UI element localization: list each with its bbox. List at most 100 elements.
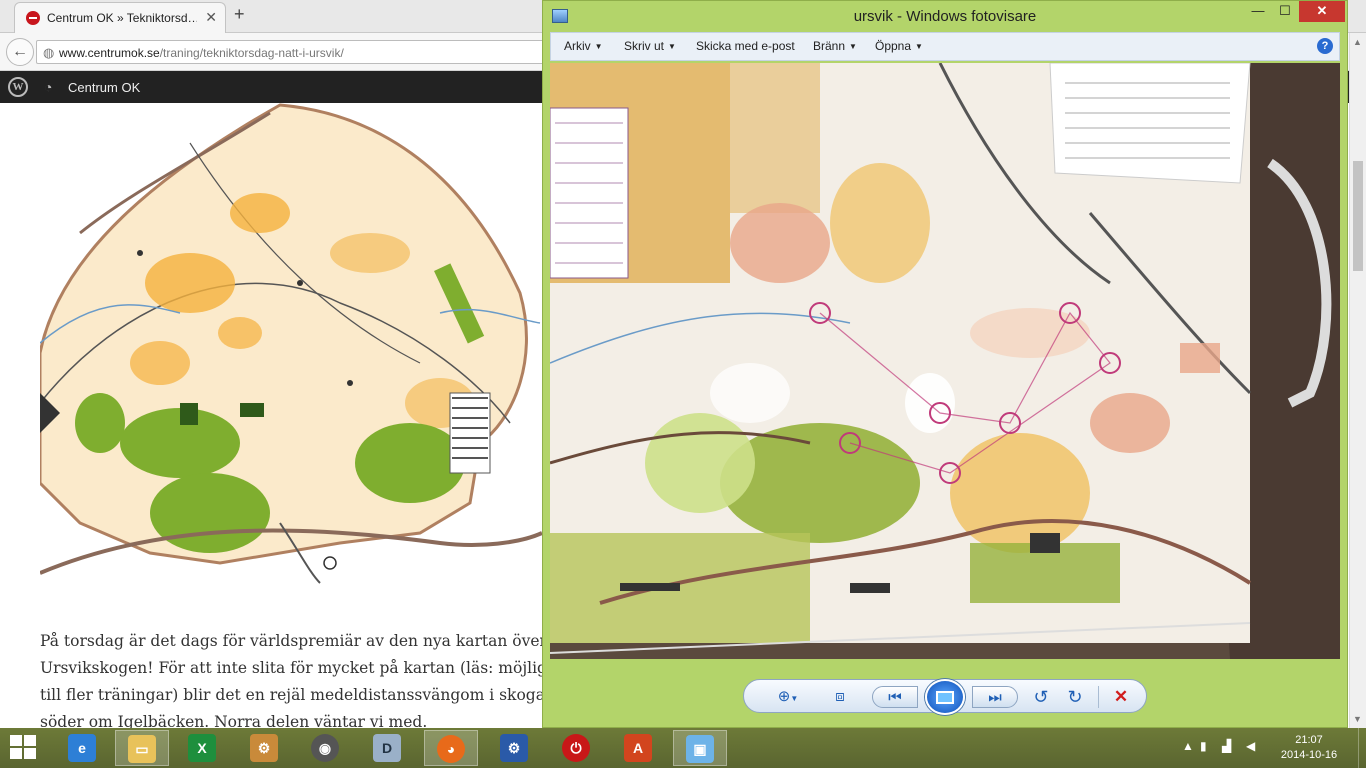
title-bar[interactable]: ursvik - Windows fotovisare — ☐ ✕ (543, 1, 1347, 32)
firefox-icon: ◕ (437, 735, 465, 763)
wordpress-logo-icon[interactable]: W (8, 77, 28, 97)
tab-close-icon[interactable]: ✕ (205, 9, 217, 26)
taskbar-internet-explorer[interactable]: e (55, 730, 109, 766)
taskbar-photo-viewer[interactable]: ▣ (673, 730, 727, 766)
command-bar: Arkiv ▼ Skriv ut ▼ Skicka med e-post Bränn… (550, 32, 1340, 61)
menu-label: Bränn (813, 39, 846, 53)
tab-title: Centrum OK » Tekniktorsd… (47, 11, 197, 25)
gear-app-icon: ⚙ (250, 734, 278, 762)
url-text: www.centrumok.se/traning/tekniktorsdag-n… (59, 46, 344, 60)
windows-logo-icon (10, 735, 22, 746)
menu-label: Skicka med e-post (696, 39, 795, 53)
folder-icon: ▭ (128, 735, 156, 763)
menu-label: Arkiv (564, 39, 591, 53)
menu-arkiv[interactable]: Arkiv ▼ (564, 39, 603, 53)
menu-label: Skriv ut (624, 39, 665, 53)
show-desktop-button[interactable] (1358, 728, 1366, 768)
magnifier-icon: ⊕ (777, 688, 791, 705)
rotate-right-icon: ↻ (1067, 687, 1083, 707)
next-icon: ⏭ (988, 689, 1002, 706)
close-button[interactable]: ✕ (1299, 1, 1345, 22)
site-favicon (26, 11, 40, 25)
page-scrollbar[interactable]: ▲ ▼ (1349, 33, 1366, 728)
dashboard-icon: ◔ (44, 79, 53, 95)
windows-logo-icon (10, 748, 22, 759)
tab-centrum-ok[interactable]: Centrum OK » Tekniktorsd… ✕ (14, 2, 226, 33)
taskbar: e ▭ X ⚙ ◉ D ◕ ⚙ ⏻ A ▣ ▲ ▮ ▟ ◀ 21:07 2014… (0, 728, 1366, 768)
taskbar-document-app[interactable]: D (360, 730, 414, 766)
windows-logo-icon (24, 748, 36, 759)
photo-viewer-window: ursvik - Windows fotovisare — ☐ ✕ Arkiv ▼… (542, 0, 1348, 728)
chevron-down-icon: ▼ (915, 42, 923, 51)
speaker-icon: ◉ (311, 734, 339, 762)
clock-date: 2014-10-16 (1280, 749, 1338, 761)
menu-branna[interactable]: Bränn ▼ (813, 39, 857, 53)
taskbar-file-explorer[interactable]: ▭ (115, 730, 169, 766)
chevron-down-icon: ▼ (849, 42, 857, 51)
clock-time: 21:07 (1295, 734, 1323, 746)
menu-label: Öppna (875, 39, 912, 53)
slideshow-button[interactable] (925, 679, 965, 715)
power-icon: ⏻ (562, 734, 590, 762)
chevron-down-icon: ▼ (668, 42, 676, 51)
help-icon[interactable]: ? (1317, 38, 1333, 54)
signal-icon[interactable]: ▟ (1222, 739, 1231, 753)
taskbar-speaker-app[interactable]: ◉ (298, 730, 352, 766)
delete-button[interactable]: ✕ (1110, 686, 1132, 708)
scroll-up-icon[interactable]: ▲ (1353, 37, 1362, 47)
menu-skriv-ut[interactable]: Skriv ut ▼ (624, 39, 676, 53)
taskbar-settings-app[interactable]: ⚙ (487, 730, 541, 766)
start-button[interactable] (10, 735, 38, 761)
fit-window-icon: ⧈ (835, 688, 845, 705)
delete-icon: ✕ (1113, 687, 1129, 706)
wp-site-name[interactable]: Centrum OK (68, 80, 140, 95)
window-title: ursvik - Windows fotovisare (853, 8, 1037, 25)
article-text: På torsdag är det dags för världspremiär… (40, 628, 550, 736)
url-domain: www.centrumok.se (59, 46, 160, 60)
clock[interactable]: 21:07 2014-10-16 (1274, 733, 1344, 763)
acrobat-icon: A (624, 734, 652, 762)
back-button[interactable]: ← (6, 38, 34, 66)
chevron-down-icon: ▼ (790, 694, 799, 703)
menu-oppna[interactable]: Öppna ▼ (875, 39, 923, 53)
article-line: Ursvikskogen! För att inte slita för myc… (40, 659, 547, 677)
volume-icon[interactable]: ◀ (1246, 739, 1255, 753)
settings-app-icon: ⚙ (500, 734, 528, 762)
rotate-left-icon: ↺ (1033, 687, 1049, 707)
scrollbar-thumb[interactable] (1353, 161, 1363, 271)
toolbar-divider (1098, 686, 1099, 708)
document-icon: D (373, 734, 401, 762)
previous-icon: ⏮ (888, 689, 902, 706)
actual-size-button[interactable]: ⧈ (828, 686, 852, 708)
article-line: På torsdag är det dags för världspremiär… (40, 632, 547, 650)
taskbar-power-app[interactable]: ⏻ (549, 730, 603, 766)
system-tray: ▲ ▮ ▟ ◀ 21:07 2014-10-16 (1176, 728, 1366, 768)
internet-explorer-icon: e (68, 734, 96, 762)
photo-viewer-icon: ▣ (686, 735, 714, 763)
excel-icon: X (188, 734, 216, 762)
url-path: /traning/tekniktorsdag-natt-i-ursvik/ (159, 46, 344, 60)
new-tab-button[interactable]: + (234, 4, 245, 25)
zoom-button[interactable]: ⊕▼ (770, 686, 806, 708)
maximize-button[interactable]: ☐ (1272, 1, 1298, 22)
menu-skicka-med-e-post[interactable]: Skicka med e-post (696, 39, 795, 53)
rotate-right-button[interactable]: ↻ (1064, 686, 1086, 708)
article-line: till fler träningar) blir det en rejäl m… (40, 686, 545, 704)
slideshow-icon (936, 691, 954, 704)
next-button[interactable]: ⏭ (972, 686, 1018, 708)
taskbar-excel[interactable]: X (175, 730, 229, 766)
taskbar-firefox[interactable]: ◕ (424, 730, 478, 766)
scroll-down-icon[interactable]: ▼ (1353, 714, 1362, 724)
windows-logo-icon (24, 735, 36, 746)
taskbar-acrobat[interactable]: A (611, 730, 665, 766)
displayed-photo (550, 63, 1340, 659)
previous-button[interactable]: ⏮ (872, 686, 918, 708)
chevron-down-icon: ▼ (594, 42, 603, 51)
show-hidden-icons-icon[interactable]: ▲ (1182, 739, 1194, 753)
viewer-controls: ⊕▼ ⧈ ⏮ ⏭ ↺ ↻ ✕ (743, 679, 1147, 715)
minimize-button[interactable]: — (1245, 1, 1271, 22)
rotate-left-button[interactable]: ↺ (1030, 686, 1052, 708)
taskbar-app-gear[interactable]: ⚙ (237, 730, 291, 766)
battery-icon[interactable]: ▮ (1200, 739, 1207, 753)
globe-icon: ◍ (43, 45, 55, 60)
